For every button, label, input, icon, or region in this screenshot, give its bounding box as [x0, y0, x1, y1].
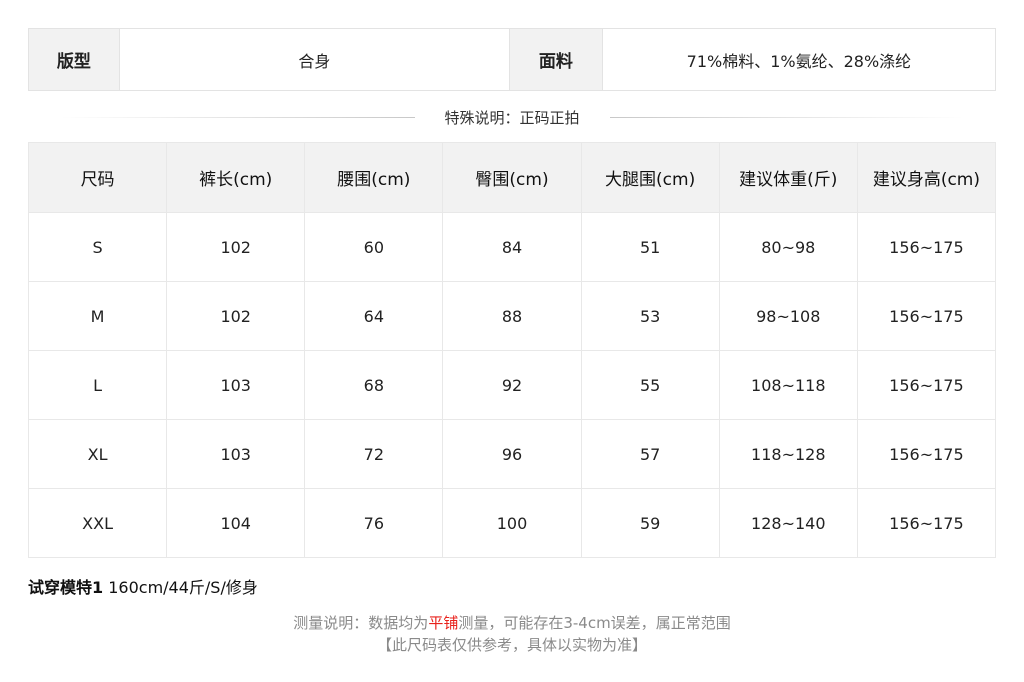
- table-row: S 102 60 84 51 80~98 156~175: [27, 212, 997, 282]
- fit-value: 合身: [120, 29, 510, 90]
- table-row: XL 103 72 96 57 118~128 156~175: [27, 419, 997, 489]
- table-cell: 156~175: [856, 212, 997, 282]
- special-note: 特殊说明：正码正拍: [60, 104, 965, 130]
- measurement-note-prefix: 测量说明：数据均为: [293, 614, 429, 632]
- table-cell: 104: [166, 488, 306, 558]
- model-info: 试穿模特1 160cm/44斤/S/修身: [28, 574, 258, 598]
- table-cell: XL: [27, 419, 168, 489]
- table-cell: 64: [304, 281, 444, 351]
- table-cell: 102: [166, 212, 306, 282]
- table-header-row: 尺码 裤长(cm) 腰围(cm) 臀围(cm) 大腿围(cm) 建议体重(斤) …: [27, 142, 997, 213]
- measurement-note-highlight: 平铺: [428, 614, 459, 632]
- table-cell: 156~175: [856, 350, 997, 420]
- table-cell: 76: [304, 488, 444, 558]
- table-cell: 118~128: [718, 419, 858, 489]
- measurement-note-suffix: 测量，可能存在3-4cm误差，属正常范围: [458, 614, 731, 632]
- table-row: XXL 104 76 100 59 128~140 156~175: [27, 488, 997, 558]
- table-cell: XXL: [27, 488, 168, 558]
- table-cell: 92: [442, 350, 582, 420]
- table-row: L 103 68 92 55 108~118 156~175: [27, 350, 997, 420]
- table-cell: 68: [304, 350, 444, 420]
- model-label: 试穿模特1: [28, 578, 104, 597]
- table-cell: 59: [580, 488, 720, 558]
- table-cell: 100: [442, 488, 582, 558]
- model-value: 160cm/44斤/S/修身: [108, 578, 258, 597]
- divider-left: [60, 116, 415, 118]
- fabric-label: 面料: [510, 29, 603, 90]
- column-header: 尺码: [27, 142, 168, 213]
- divider-right: [609, 116, 965, 118]
- column-header: 建议体重(斤): [718, 142, 858, 213]
- column-header: 建议身高(cm): [856, 142, 997, 213]
- table-cell: 103: [166, 350, 306, 420]
- column-header: 臀围(cm): [442, 142, 582, 213]
- table-cell: 128~140: [718, 488, 858, 558]
- table-cell: 55: [580, 350, 720, 420]
- table-cell: M: [27, 281, 168, 351]
- column-header: 腰围(cm): [304, 142, 444, 213]
- table-cell: 88: [442, 281, 582, 351]
- table-cell: 60: [304, 212, 444, 282]
- table-cell: 156~175: [856, 281, 997, 351]
- column-header: 裤长(cm): [166, 142, 306, 213]
- table-row: M 102 64 88 53 98~108 156~175: [27, 281, 997, 351]
- fit-label: 版型: [29, 29, 120, 90]
- table-cell: 102: [166, 281, 306, 351]
- table-cell: 72: [304, 419, 444, 489]
- table-cell: 103: [166, 419, 306, 489]
- table-cell: L: [27, 350, 168, 420]
- measurement-note: 测量说明：数据均为平铺测量，可能存在3-4cm误差，属正常范围: [0, 612, 1024, 633]
- table-cell: 51: [580, 212, 720, 282]
- column-header: 大腿围(cm): [580, 142, 720, 213]
- table-cell: 156~175: [856, 488, 997, 558]
- table-cell: 108~118: [718, 350, 858, 420]
- table-cell: 57: [580, 419, 720, 489]
- size-chart-table: 尺码 裤长(cm) 腰围(cm) 臀围(cm) 大腿围(cm) 建议体重(斤) …: [27, 142, 997, 558]
- table-cell: 53: [580, 281, 720, 351]
- table-cell: 80~98: [718, 212, 858, 282]
- product-info-table: 版型 合身 面料 71%棉料、1%氨纶、28%涤纶: [28, 28, 996, 91]
- table-cell: 84: [442, 212, 582, 282]
- fabric-value: 71%棉料、1%氨纶、28%涤纶: [686, 51, 912, 71]
- table-cell: 156~175: [856, 419, 997, 489]
- table-cell: 96: [442, 419, 582, 489]
- table-cell: S: [27, 212, 168, 282]
- table-cell: 98~108: [718, 281, 858, 351]
- special-note-text: 特殊说明：正码正拍: [444, 108, 580, 127]
- reference-disclaimer: 【此尺码表仅供参考，具体以实物为准】: [376, 636, 647, 654]
